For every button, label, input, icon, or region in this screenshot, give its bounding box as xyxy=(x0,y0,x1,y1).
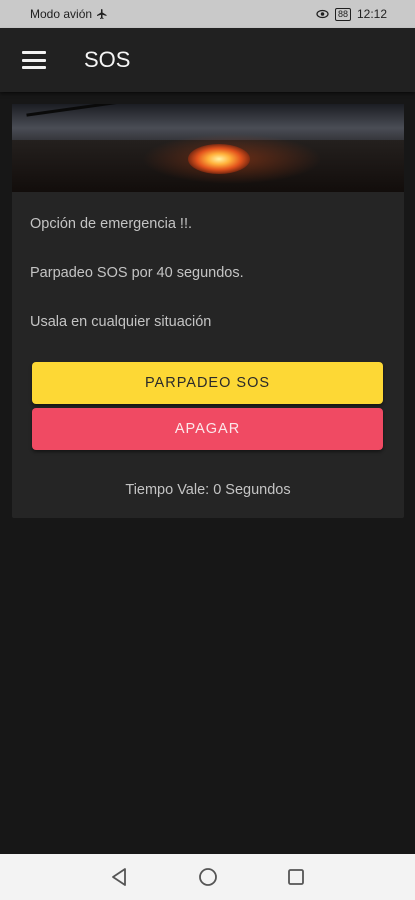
battery-indicator: 88 xyxy=(334,7,351,21)
recents-square-icon[interactable] xyxy=(285,866,307,888)
sos-card: Opción de emergencia !!. Parpadeo SOS po… xyxy=(12,104,404,518)
timer-text: Tiempo Vale: 0 Segundos xyxy=(125,482,291,498)
status-bar: Modo avión 88 12:12 xyxy=(0,0,415,28)
airplane-icon xyxy=(97,9,107,19)
sos-flash-button[interactable]: PARPADEO SOS xyxy=(32,362,383,404)
back-triangle-icon[interactable] xyxy=(108,866,130,888)
system-nav-bar xyxy=(0,854,415,900)
clock: 12:12 xyxy=(356,7,387,21)
page-title: SOS xyxy=(84,47,131,72)
emergency-option-text: Opción de emergencia !!. xyxy=(30,216,193,232)
hamburger-menu-icon[interactable] xyxy=(22,51,46,69)
campfire-beach-image xyxy=(12,104,404,192)
app-bar: SOS xyxy=(0,28,415,92)
turn-off-button[interactable]: APAGAR xyxy=(32,408,383,450)
status-right: 88 12:12 xyxy=(316,7,387,21)
eye-comfort-icon xyxy=(316,9,329,19)
status-left: Modo avión xyxy=(30,7,108,21)
usage-hint-text: Usala en cualquier situación xyxy=(30,314,212,330)
sos-duration-text: Parpadeo SOS por 40 segundos. xyxy=(30,265,244,281)
airplane-mode-label: Modo avión xyxy=(30,7,93,21)
home-circle-icon[interactable] xyxy=(197,866,219,888)
